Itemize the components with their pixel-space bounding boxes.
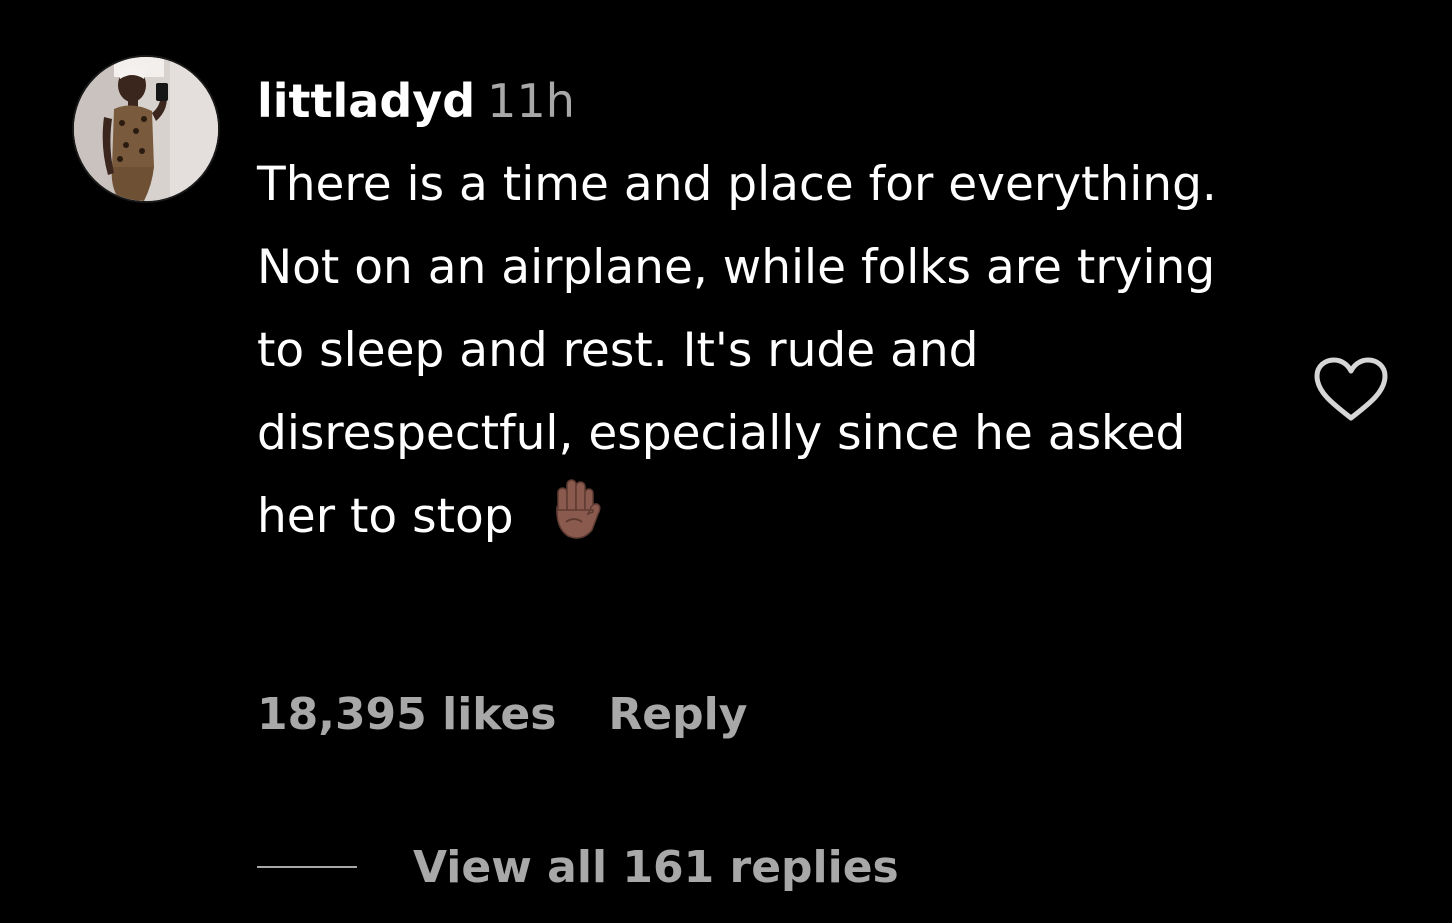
avatar[interactable] xyxy=(72,55,220,203)
view-replies-button[interactable]: View all 161 replies xyxy=(413,842,899,893)
view-replies-row[interactable]: View all 161 replies xyxy=(257,832,899,902)
comment-text: There is a time and place for everything… xyxy=(257,157,1217,544)
comment-header: littladyd 11h xyxy=(257,66,575,136)
replies-divider xyxy=(257,866,357,868)
timestamp: 11h xyxy=(487,74,575,128)
comment-body: There is a time and place for everything… xyxy=(257,143,1257,558)
reply-button[interactable]: Reply xyxy=(608,689,747,740)
likes-count[interactable]: 18,395 likes xyxy=(257,689,556,740)
heart-icon xyxy=(1314,357,1388,421)
comment-meta: 18,395 likes Reply xyxy=(257,680,747,750)
avatar-photo xyxy=(74,57,218,201)
like-button[interactable] xyxy=(1313,356,1389,424)
username[interactable]: littladyd xyxy=(257,74,475,128)
raised-hand-emoji-icon xyxy=(544,476,606,540)
comment: littladyd 11h There is a time and place f… xyxy=(0,0,1452,923)
